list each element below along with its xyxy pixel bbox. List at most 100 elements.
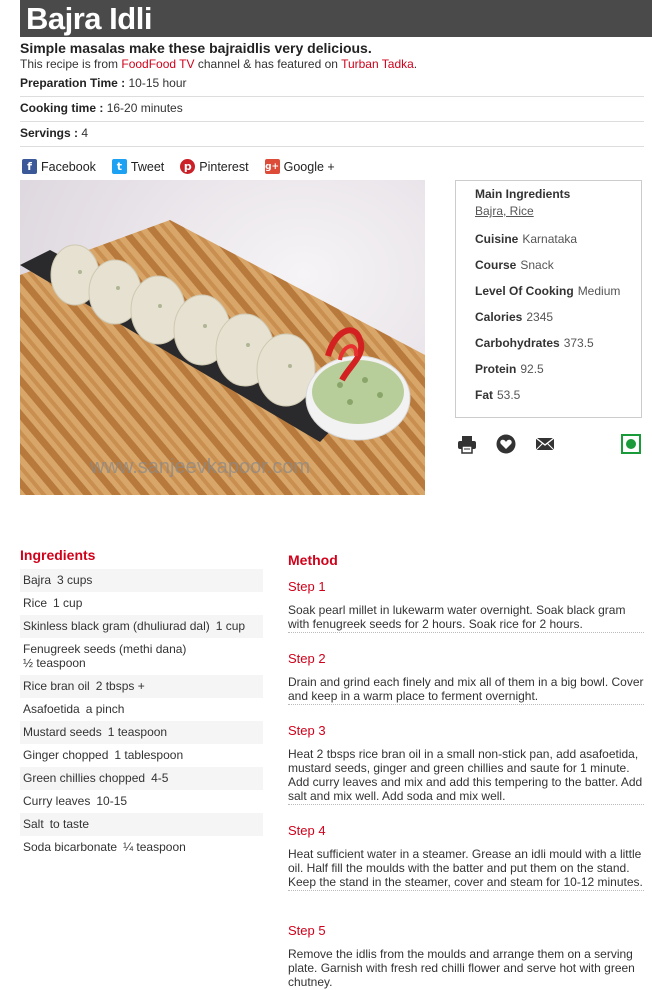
pinterest-icon: p (180, 159, 196, 174)
step-4-text: Heat sufficient water in a steamer. Grea… (288, 847, 644, 891)
cook-time-label: Cooking time : (20, 101, 104, 115)
ingredient-qty: to taste (49, 817, 90, 831)
prep-time-row: Preparation Time : 10-15 hour (20, 76, 644, 97)
ingredients-list: Bajra 3 cups Rice 1 cup Skinless black gra… (20, 569, 263, 859)
print-icon[interactable] (457, 434, 477, 459)
ingredient-name: Rice (23, 596, 48, 610)
source-middle: channel & has featured on (194, 57, 342, 71)
mail-icon[interactable] (535, 434, 555, 459)
recipe-subtitle: Simple masalas make these bajraidlis ver… (20, 40, 372, 56)
carbs-label: Carbohydrates (475, 336, 560, 350)
ingredient-qty: 3 cups (57, 573, 93, 587)
facebook-icon: f (22, 159, 37, 174)
ingredient-qty: ½ teaspoon (23, 656, 86, 670)
ingredient-qty: 1 teaspoon (107, 725, 168, 739)
pinterest-share-button[interactable]: p Pinterest (180, 159, 249, 174)
ingredient-qty: 1 cup (53, 596, 83, 610)
calories-value: 2345 (526, 310, 554, 324)
ingredient-item: Bajra 3 cups (20, 569, 263, 592)
servings-row: Servings : 4 (20, 126, 644, 147)
source-suffix: . (413, 57, 418, 71)
heart-icon[interactable] (496, 434, 516, 459)
ingredient-qty: 1 cup (215, 619, 246, 633)
prep-time-value: 10-15 hour (128, 76, 187, 90)
ingredient-qty: 4-5 (151, 771, 169, 785)
main-ingredients-link[interactable]: Bajra, Rice (475, 204, 534, 218)
level-row: Level Of Cooking Medium (475, 284, 620, 298)
share-bar: f Facebook t Tweet p Pinterest g+ Google… (22, 159, 335, 174)
google-label: Google + (283, 159, 335, 174)
google-share-button[interactable]: g+ Google + (264, 159, 335, 174)
step-1-text: Soak pearl millet in lukewarm water over… (288, 603, 644, 633)
recipe-info-box: Main Ingredients Bajra, Rice Cuisine Karn… (455, 180, 642, 418)
course-value: Snack (520, 258, 554, 272)
carbs-row: Carbohydrates 373.5 (475, 336, 594, 350)
ingredient-name: Skinless black gram (dhuliurad dal) (23, 619, 210, 633)
channel-link[interactable]: FoodFood TV (121, 57, 194, 71)
fat-value: 53.5 (497, 388, 521, 402)
ingredient-qty: a pinch (85, 702, 125, 716)
ingredient-name: Fenugreek seeds (methi dana) (23, 642, 187, 656)
main-ingredients-label: Main Ingredients (475, 187, 571, 201)
servings-label: Servings : (20, 126, 79, 140)
recipe-photo: www.sanjeevkapoor.com (20, 180, 425, 495)
source-prefix: This recipe is from (20, 57, 122, 71)
step-3-label: Step 3 (288, 723, 326, 738)
level-label: Level Of Cooking (475, 284, 574, 298)
cuisine-value: Karnataka (522, 232, 578, 246)
step-2-label: Step 2 (288, 651, 326, 666)
google-plus-icon: g+ (264, 159, 280, 174)
tweet-label: Tweet (130, 159, 165, 174)
fat-label: Fat (475, 388, 493, 402)
recipe-source: This recipe is from FoodFood TV channel … (20, 57, 417, 71)
ingredient-item: Fenugreek seeds (methi dana) ½ teaspoon (20, 638, 263, 675)
ingredient-item: Asafoetida a pinch (20, 698, 263, 721)
method-heading: Method (288, 552, 338, 568)
ingredients-heading: Ingredients (20, 547, 96, 563)
pinterest-label: Pinterest (199, 159, 249, 174)
level-value: Medium (577, 284, 621, 298)
ingredient-item: Mustard seeds 1 teaspoon (20, 721, 263, 744)
ingredient-qty: ¼ teaspoon (123, 840, 186, 854)
ingredient-name: Green chillies chopped (23, 771, 146, 785)
ingredient-name: Bajra (23, 573, 52, 587)
fat-row: Fat 53.5 (475, 388, 520, 402)
facebook-share-button[interactable]: f Facebook (22, 159, 96, 174)
prep-time-label: Preparation Time : (20, 76, 126, 90)
veg-indicator-icon (621, 434, 641, 459)
ingredient-item: Soda bicarbonate ¼ teaspoon (20, 836, 263, 859)
ingredient-name: Rice bran oil (23, 679, 90, 693)
step-5-text: Remove the idlis from the moulds and arr… (288, 947, 635, 989)
ingredient-name: Curry leaves (23, 794, 91, 808)
protein-label: Protein (475, 362, 517, 376)
course-label: Course (475, 258, 517, 272)
tweet-share-button[interactable]: t Tweet (111, 159, 165, 174)
calories-label: Calories (475, 310, 523, 324)
cuisine-label: Cuisine (475, 232, 519, 246)
ingredient-item: Green chillies chopped 4-5 (20, 767, 263, 790)
cook-time-row: Cooking time : 16-20 minutes (20, 101, 644, 122)
step-2-text: Drain and grind each finely and mix all … (288, 675, 644, 705)
protein-row: Protein 92.5 (475, 362, 544, 376)
protein-value: 92.5 (520, 362, 544, 376)
servings-value: 4 (81, 126, 89, 140)
ingredient-name: Soda bicarbonate (23, 840, 118, 854)
step-1-label: Step 1 (288, 579, 326, 594)
facebook-label: Facebook (41, 159, 96, 174)
ingredient-qty: 10-15 (96, 794, 128, 808)
recipe-photo-illustration: www.sanjeevkapoor.com (20, 180, 425, 495)
ingredient-name: Asafoetida (23, 702, 80, 716)
title-bar: Bajra Idli (20, 0, 652, 37)
ingredient-item: Salt to taste (20, 813, 263, 836)
calories-row: Calories 2345 (475, 310, 553, 324)
ingredient-name: Salt (23, 817, 44, 831)
show-link[interactable]: Turban Tadka (341, 57, 414, 71)
ingredient-item: Rice bran oil 2 tbsps + (20, 675, 263, 698)
ingredient-qty: 1 tablespoon (114, 748, 184, 762)
ingredient-qty: 2 tbsps + (95, 679, 145, 693)
step-5-label: Step 5 (288, 923, 326, 938)
recipe-tools (455, 434, 645, 458)
ingredient-item: Ginger chopped 1 tablespoon (20, 744, 263, 767)
step-4-label: Step 4 (288, 823, 326, 838)
main-ingredients: Main Ingredients Bajra, Rice (475, 187, 570, 218)
